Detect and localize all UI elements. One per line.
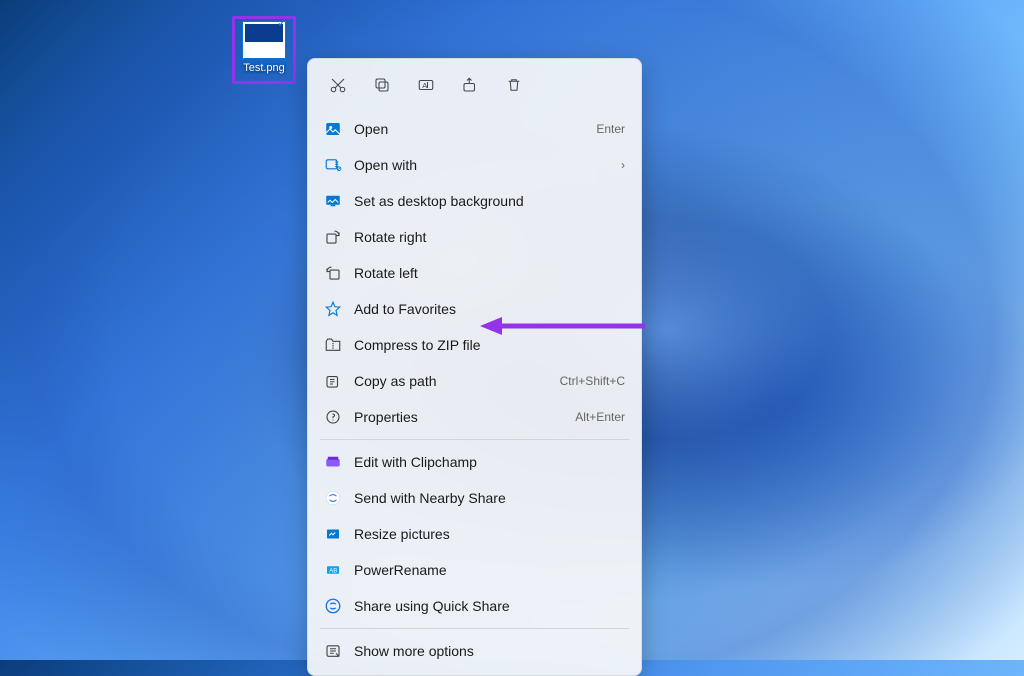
open-label: Open <box>354 121 584 137</box>
desktop-bg-icon <box>324 192 342 210</box>
svg-text:AB: AB <box>329 568 337 574</box>
open-with-menu-item[interactable]: Open with › <box>312 147 637 183</box>
selected-check-icon: ✓ <box>277 16 291 30</box>
more-options-icon <box>324 642 342 660</box>
clipchamp-icon <box>324 453 342 471</box>
image-icon <box>324 120 342 138</box>
resize-label: Resize pictures <box>354 526 625 542</box>
quickshare-label: Share using Quick Share <box>354 598 625 614</box>
favorites-label: Add to Favorites <box>354 301 625 317</box>
cut-icon <box>329 76 347 97</box>
file-name-label: Test.png <box>241 62 287 74</box>
desktop-file-icon[interactable]: ✓ Test.png <box>232 16 296 84</box>
compress-zip-menu-item[interactable]: Compress to ZIP file <box>312 327 637 363</box>
compress-label: Compress to ZIP file <box>354 337 625 353</box>
nearby-share-menu-item[interactable]: Send with Nearby Share <box>312 480 637 516</box>
menu-separator <box>320 628 629 629</box>
rotate-right-menu-item[interactable]: Rotate right <box>312 219 637 255</box>
more-options-label: Show more options <box>354 643 625 659</box>
share-button[interactable] <box>454 71 486 101</box>
copy-as-path-menu-item[interactable]: Copy as path Ctrl+Shift+C <box>312 363 637 399</box>
context-menu: A Open Enter Open with › Set <box>307 58 642 676</box>
context-menu-toolbar: A <box>312 65 637 111</box>
powerrename-icon: AB <box>324 561 342 579</box>
svg-text:A: A <box>422 81 427 90</box>
show-more-options-menu-item[interactable]: Show more options <box>312 633 637 669</box>
open-menu-item[interactable]: Open Enter <box>312 111 637 147</box>
chevron-right-icon: › <box>621 158 625 172</box>
properties-shortcut: Alt+Enter <box>575 410 625 424</box>
nearby-share-icon <box>324 489 342 507</box>
file-thumbnail: ✓ <box>242 21 286 59</box>
rotate-left-menu-item[interactable]: Rotate left <box>312 255 637 291</box>
properties-menu-item[interactable]: Properties Alt+Enter <box>312 399 637 435</box>
rotate-left-label: Rotate left <box>354 265 625 281</box>
nearby-label: Send with Nearby Share <box>354 490 625 506</box>
rename-icon: A <box>417 76 435 97</box>
open-with-icon <box>324 156 342 174</box>
open-with-label: Open with <box>354 157 609 173</box>
delete-button[interactable] <box>498 71 530 101</box>
copy-button[interactable] <box>366 71 398 101</box>
resize-icon <box>324 525 342 543</box>
rotate-right-icon <box>324 228 342 246</box>
quick-share-menu-item[interactable]: Share using Quick Share <box>312 588 637 624</box>
properties-label: Properties <box>354 409 563 425</box>
add-favorites-menu-item[interactable]: Add to Favorites <box>312 291 637 327</box>
copy-path-shortcut: Ctrl+Shift+C <box>560 374 625 388</box>
clipchamp-menu-item[interactable]: Edit with Clipchamp <box>312 444 637 480</box>
quick-share-icon <box>324 597 342 615</box>
copy-path-label: Copy as path <box>354 373 548 389</box>
copy-icon <box>373 76 391 97</box>
clipchamp-label: Edit with Clipchamp <box>354 454 625 470</box>
rotate-left-icon <box>324 264 342 282</box>
set-desktop-bg-menu-item[interactable]: Set as desktop background <box>312 183 637 219</box>
powerrename-menu-item[interactable]: AB PowerRename <box>312 552 637 588</box>
open-shortcut: Enter <box>596 122 625 136</box>
resize-pictures-menu-item[interactable]: Resize pictures <box>312 516 637 552</box>
rotate-right-label: Rotate right <box>354 229 625 245</box>
powerrename-label: PowerRename <box>354 562 625 578</box>
cut-button[interactable] <box>322 71 354 101</box>
star-icon <box>324 300 342 318</box>
rename-button[interactable]: A <box>410 71 442 101</box>
share-icon <box>461 76 479 97</box>
copy-path-icon <box>324 372 342 390</box>
properties-icon <box>324 408 342 426</box>
delete-icon <box>505 76 523 97</box>
menu-separator <box>320 439 629 440</box>
zip-icon <box>324 336 342 354</box>
set-bg-label: Set as desktop background <box>354 193 625 209</box>
